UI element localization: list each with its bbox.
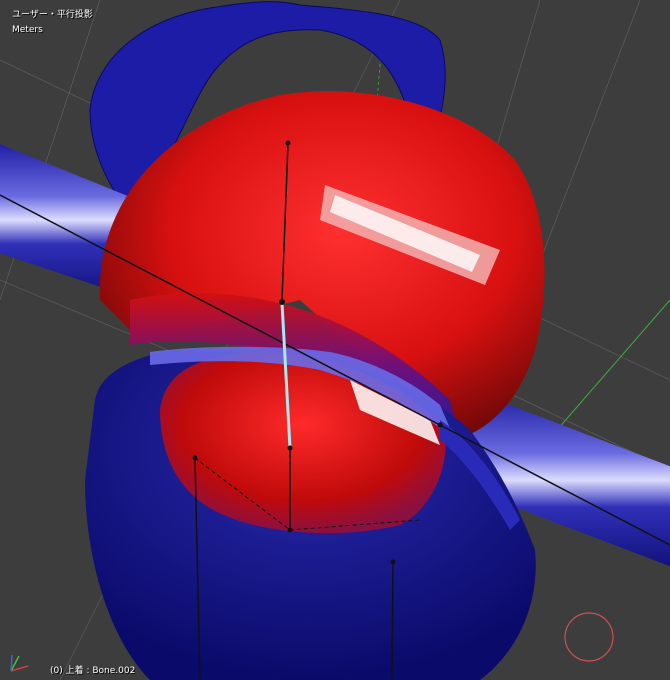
units-label: Meters <box>12 25 43 35</box>
status-text: (0) 上着 : Bone.002 <box>50 666 136 676</box>
rotate-widget-icon[interactable] <box>563 611 615 663</box>
3d-viewport[interactable]: ユーザー・平行投影 Meters (0) 上着 : Bone.002 <box>0 0 670 680</box>
view-mode-label: ユーザー・平行投影 <box>12 10 93 20</box>
axis-gizmo-icon <box>10 654 29 672</box>
mesh-scene[interactable] <box>0 0 670 680</box>
bone-right-lower <box>391 561 394 680</box>
